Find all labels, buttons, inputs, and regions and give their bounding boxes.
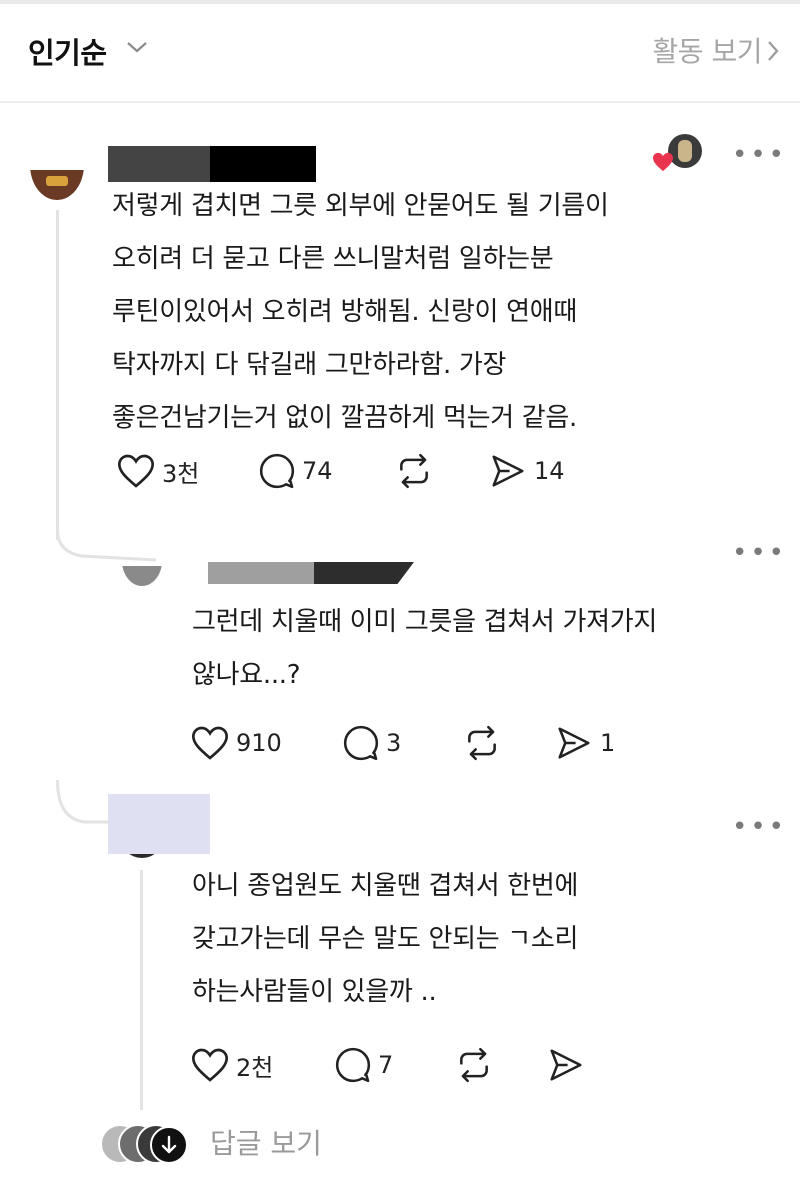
comment-button[interactable]: 3	[342, 724, 401, 762]
chevron-down-icon[interactable]	[126, 40, 148, 54]
like-button[interactable]: 2천	[190, 1046, 273, 1084]
send-icon	[558, 727, 590, 759]
comment-line: 그런데 치울때 이미 그릇을 겹쳐서 가져가지	[192, 607, 657, 637]
comment-line: 갖고가는데 무슨 말도 안되는 ㄱ소리	[192, 924, 579, 954]
share-button[interactable]: 14	[488, 452, 565, 490]
thread-line	[56, 210, 59, 540]
share-count: 1	[600, 729, 616, 757]
share-button[interactable]: 1	[554, 724, 615, 762]
repost-icon	[460, 1047, 488, 1083]
thread-line	[140, 870, 143, 1110]
comment-count: 74	[302, 457, 333, 485]
comment-line: 탁자까지 다 닦길래 그만하라함. 가장	[112, 350, 507, 380]
like-count: 3천	[162, 459, 200, 488]
username-redacted	[208, 562, 414, 584]
like-button[interactable]: 3천	[116, 452, 199, 490]
comment-line: 루틴이있어서 오히려 방해됨. 신랑이 연애때	[112, 297, 577, 327]
view-replies-link[interactable]: 답글 보기	[210, 1122, 322, 1162]
heart-icon	[653, 152, 673, 172]
thread-connector	[56, 780, 116, 824]
share-count: 14	[534, 457, 565, 485]
comment-line: 하는사람들이 있을까 ..	[192, 977, 437, 1007]
repost-button[interactable]	[454, 1046, 494, 1084]
comment-body: 저렇게 겹치면 그릇 외부에 안묻어도 될 기름이 오히려 더 묻고 다른 쓰니…	[112, 180, 609, 445]
comment-line: 좋은건남기는거 없이 깔끔하게 먹는거 같음.	[112, 403, 577, 433]
comment-body: 그런데 치울때 이미 그릇을 겹쳐서 가져가지 않나요...?	[192, 596, 657, 702]
reply-avatar-stack[interactable]	[100, 1122, 188, 1164]
comment-bubble-icon	[335, 1047, 371, 1083]
username-redacted	[108, 146, 316, 182]
username-redacted	[108, 794, 210, 854]
send-icon	[550, 1049, 582, 1081]
repost-button[interactable]	[462, 724, 502, 762]
comment-bubble-icon	[259, 453, 295, 489]
comment-button[interactable]: 74	[258, 452, 333, 490]
comment-line: 저렇게 겹치면 그릇 외부에 안묻어도 될 기름이	[112, 191, 609, 221]
like-button[interactable]: 910	[190, 724, 282, 762]
heart-icon	[117, 454, 155, 488]
like-count: 910	[236, 729, 282, 757]
heart-icon	[191, 726, 229, 760]
repost-icon	[468, 725, 496, 761]
sort-selector-label[interactable]: 인기순	[28, 30, 107, 72]
comment-button[interactable]: 7	[334, 1046, 393, 1084]
view-activity-link[interactable]: 활동 보기	[653, 30, 763, 70]
comment-count: 7	[378, 1051, 394, 1079]
comment-line: 아니 종업원도 치울땐 겹쳐서 한번에	[192, 871, 579, 901]
comment-line: 않나요...?	[192, 660, 301, 690]
comment-bubble-icon	[343, 725, 379, 761]
author-liked-badge	[652, 134, 702, 178]
comment-line: 오히려 더 묻고 다른 쓰니말처럼 일하는분	[112, 244, 554, 274]
heart-icon	[191, 1048, 229, 1082]
more-dots-icon[interactable]: •••	[732, 540, 787, 566]
share-button[interactable]	[546, 1046, 586, 1084]
more-dots-icon[interactable]: •••	[732, 814, 787, 840]
more-dots-icon[interactable]: •••	[732, 142, 787, 168]
repost-icon	[400, 453, 428, 489]
top-border	[0, 0, 800, 4]
comment-count: 3	[386, 729, 402, 757]
like-count: 2천	[236, 1053, 274, 1082]
arrow-down-circle-icon	[150, 1126, 188, 1164]
header-divider	[0, 101, 800, 103]
repost-button[interactable]	[394, 452, 434, 490]
send-icon	[492, 455, 524, 487]
comment-body: 아니 종업원도 치울땐 겹쳐서 한번에 갖고가는데 무슨 말도 안되는 ㄱ소리 …	[192, 860, 578, 1019]
avatar[interactable]	[30, 170, 84, 200]
chevron-right-icon[interactable]	[766, 40, 780, 62]
avatar[interactable]	[122, 566, 162, 586]
